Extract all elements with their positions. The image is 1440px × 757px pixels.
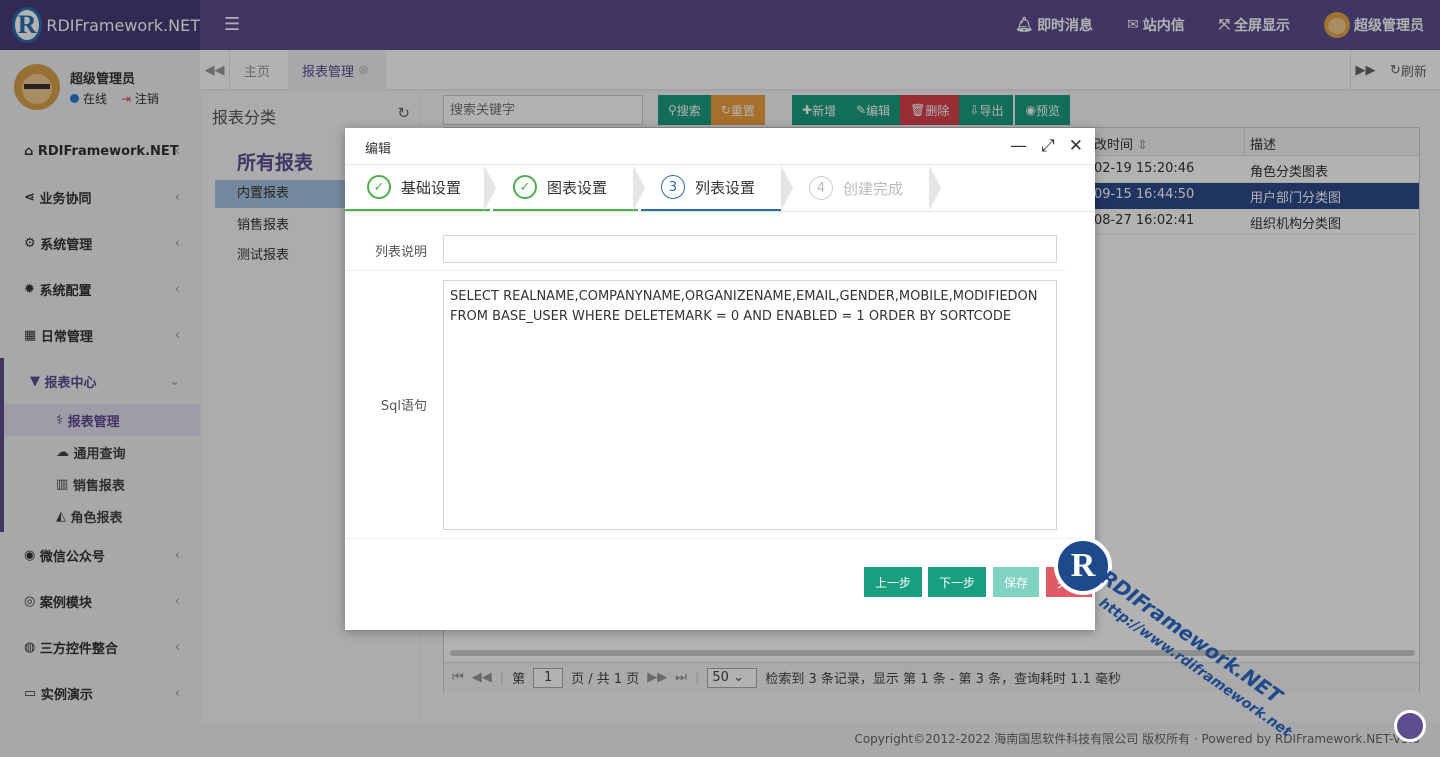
step-number: 4 <box>809 176 833 200</box>
chat-bubble-icon[interactable] <box>1394 710 1426 742</box>
step-list[interactable]: 3 列表设置 <box>641 165 781 211</box>
form-divider <box>345 538 1095 539</box>
maximize-icon[interactable]: ⤢ <box>1041 136 1055 156</box>
minimize-icon[interactable]: — <box>1010 136 1027 156</box>
watermark: R RDIFramework.NET http://www.rdiframewo… <box>1050 535 1310 741</box>
check-icon: ✓ <box>513 175 537 199</box>
step-basic[interactable]: ✓ 基础设置 <box>345 165 490 211</box>
list-desc-input[interactable] <box>443 235 1057 263</box>
dialog-title: 编辑 <box>365 142 392 157</box>
dialog-controls: — ⤢ ✕ <box>1010 136 1083 156</box>
check-icon: ✓ <box>367 175 391 199</box>
next-step-button[interactable]: 下一步 <box>928 567 986 597</box>
step-arrow <box>929 165 941 211</box>
sql-textarea[interactable]: SELECT REALNAME,COMPANYNAME,ORGANIZENAME… <box>443 280 1057 530</box>
step-label: 创建完成 <box>843 179 904 198</box>
edit-dialog: 编辑 — ⤢ ✕ ✓ 基础设置 ✓ 图表设置 3 列表设置 4 创建完成 列表说明 Sq… <box>345 128 1095 630</box>
step-chart[interactable]: ✓ 图表设置 <box>493 165 638 211</box>
desc-label: 列表说明 <box>374 245 427 260</box>
sql-label: Sql语句 <box>380 399 427 414</box>
step-label: 列表设置 <box>695 178 756 197</box>
step-finish[interactable]: 4 创建完成 <box>791 165 931 211</box>
watermark-url: http://www.rdiframework.net <box>1095 595 1295 741</box>
save-button[interactable]: 保存 <box>993 567 1039 597</box>
step-label: 基础设置 <box>401 178 462 197</box>
watermark-brand: RDIFramework.NET <box>1096 565 1287 709</box>
step-label: 图表设置 <box>547 178 608 197</box>
close-icon[interactable]: ✕ <box>1069 136 1083 156</box>
prev-step-button[interactable]: 上一步 <box>864 567 922 597</box>
form-divider <box>345 270 1065 271</box>
step-bar: ✓ 基础设置 ✓ 图表设置 3 列表设置 4 创建完成 <box>345 164 1095 212</box>
step-number: 3 <box>661 175 685 199</box>
